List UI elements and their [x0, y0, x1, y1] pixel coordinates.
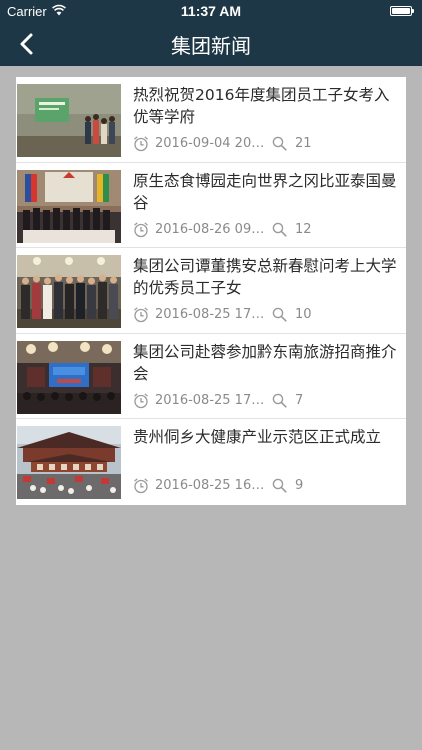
search-icon [272, 136, 287, 151]
news-title: 原生态食博园走向世界之冈比亚泰国曼谷 [133, 171, 397, 212]
news-item[interactable]: 热烈祝贺2016年度集团员工子女考入优等学府 2016-09-04 20:...… [16, 77, 406, 163]
alarm-clock-icon [134, 221, 148, 237]
search-icon [272, 307, 287, 322]
news-date: 2016-08-25 16:53 [155, 478, 265, 494]
news-date: 2016-09-04 20:... [155, 136, 265, 151]
news-title: 贵州侗乡大健康产业示范区正式成立 [133, 428, 382, 447]
news-list: 热烈祝贺2016年度集团员工子女考入优等学府 2016-09-04 20:...… [16, 77, 406, 505]
view-count: 12 [295, 221, 312, 237]
status-bar: Carrier 11:37 AM [0, 0, 422, 22]
view-count: 10 [295, 307, 312, 323]
news-thumbnail [17, 84, 121, 157]
news-title: 集团公司赴蓉参加黔东南旅游招商推介会 [133, 342, 397, 383]
alarm-clock-icon [134, 478, 148, 494]
news-title: 热烈祝贺2016年度集团员工子女考入优等学府 [133, 86, 390, 126]
page-title: 集团新闻 [171, 34, 251, 58]
alarm-clock-icon [134, 393, 148, 408]
search-icon [272, 393, 287, 408]
news-date: 2016-08-25 17:02 [155, 392, 265, 408]
view-count: 9 [295, 478, 304, 494]
alarm-clock-icon [134, 136, 148, 152]
news-date: 2016-08-25 17:05 [155, 307, 265, 323]
news-item[interactable]: 集团公司赴蓉参加黔东南旅游招商推介会 2016-08-25 17:02 7 [16, 334, 406, 420]
search-icon [272, 479, 287, 493]
view-count: 21 [295, 136, 312, 151]
search-icon [272, 222, 287, 237]
news-thumbnail [17, 255, 121, 329]
navigation-bar: 集团新闻 [0, 22, 422, 66]
news-item[interactable]: 贵州侗乡大健康产业示范区正式成立 2016-08-25 16:53 9 [16, 419, 406, 505]
news-title: 集团公司谭董携安总新春慰问考上大学的优秀员工子女 [133, 257, 397, 298]
view-count: 7 [295, 392, 304, 408]
news-thumbnail [17, 426, 121, 500]
news-date: 2016-08-26 09:... [155, 221, 265, 237]
news-thumbnail [17, 169, 121, 243]
app-header: Carrier 11:37 AM 集团新闻 [0, 0, 422, 66]
clock-time: 11:37 AM [180, 3, 242, 19]
news-item[interactable]: 集团公司谭董携安总新春慰问考上大学的优秀员工子女 2016-08-25 17:0… [16, 248, 406, 334]
news-item[interactable]: 原生态食博园走向世界之冈比亚泰国曼谷 2016-08-26 09:... 12 [16, 163, 406, 249]
battery-icon [390, 6, 414, 16]
alarm-clock-icon [134, 307, 148, 323]
news-thumbnail [17, 340, 121, 414]
